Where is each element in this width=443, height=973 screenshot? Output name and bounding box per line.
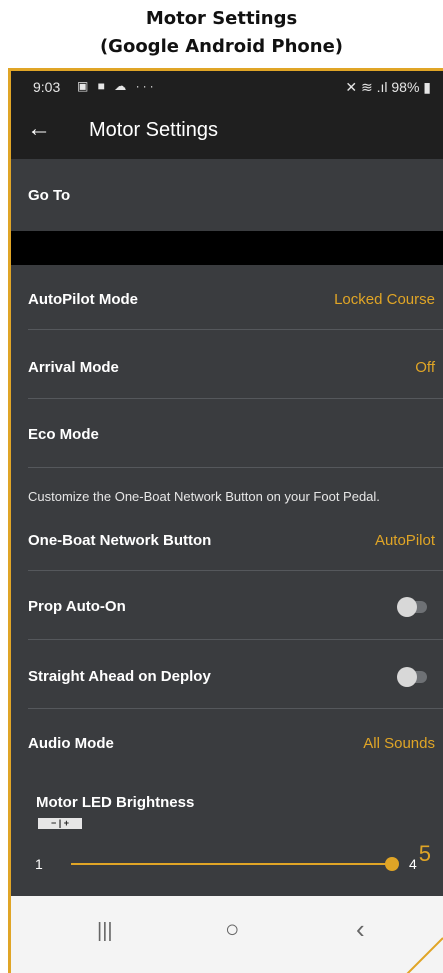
prop-auto-on-label: Prop Auto-On <box>28 598 126 615</box>
section-separator <box>11 231 443 265</box>
go-to-label: Go To <box>28 187 71 204</box>
brightness-slider-thumb[interactable] <box>385 857 399 871</box>
home-icon[interactable]: ○ <box>225 916 240 944</box>
toggle-knob <box>397 667 417 687</box>
notification-icons: ▣ ■ ☁ ··· <box>77 79 157 93</box>
audio-mode-value: All Sounds <box>363 735 435 752</box>
divider <box>28 467 443 468</box>
arrival-mode-row[interactable]: Arrival Mode Off <box>11 330 443 398</box>
toggle-knob <box>397 597 417 617</box>
go-to-row[interactable]: Go To <box>11 159 443 231</box>
one-boat-note: Customize the One-Boat Network Button on… <box>28 489 380 504</box>
recents-icon[interactable]: ||| <box>97 920 113 943</box>
status-bar: 9:03 ▣ ■ ☁ ··· ✕ ≋ .ıl 98% ▮ <box>11 71 443 103</box>
figure-caption: Motor Settings (Google Android Phone) <box>0 0 443 68</box>
caption-subtitle: (Google Android Phone) <box>99 36 344 57</box>
audio-mode-label: Audio Mode <box>28 735 114 752</box>
brightness-current-value: 5 <box>418 841 431 866</box>
audio-mode-row[interactable]: Audio Mode All Sounds <box>11 709 443 777</box>
prop-auto-on-toggle[interactable] <box>397 597 427 617</box>
one-boat-button-label: One-Boat Network Button <box>28 532 212 549</box>
minus-plus-icon: − | + <box>38 818 82 829</box>
eco-mode-row[interactable]: Eco Mode <box>11 399 443 467</box>
autopilot-mode-value: Locked Course <box>334 291 435 308</box>
straight-ahead-row[interactable]: Straight Ahead on Deploy <box>11 640 443 708</box>
slider-min-label: 1 <box>35 856 43 872</box>
status-indicators: ✕ ≋ .ıl 98% ▮ <box>345 79 431 95</box>
back-icon[interactable]: ‹ <box>356 914 365 945</box>
led-brightness-title: Motor LED Brightness <box>36 794 195 811</box>
phone-screen: 9:03 ▣ ■ ☁ ··· ✕ ≋ .ıl 98% ▮ ← Motor Set… <box>8 68 443 973</box>
corner-accent <box>406 937 443 973</box>
one-boat-button-value: AutoPilot <box>374 532 435 549</box>
straight-ahead-label: Straight Ahead on Deploy <box>28 668 211 685</box>
arrival-mode-value: Off <box>415 359 435 376</box>
straight-ahead-toggle[interactable] <box>397 667 427 687</box>
prop-auto-on-row[interactable]: Prop Auto-On <box>11 571 443 639</box>
caption-title: Motor Settings <box>145 8 298 29</box>
arrival-mode-label: Arrival Mode <box>28 359 119 376</box>
back-arrow-icon[interactable]: ← <box>27 115 51 143</box>
autopilot-mode-label: AutoPilot Mode <box>28 291 138 308</box>
eco-mode-label: Eco Mode <box>28 426 99 443</box>
status-time: 9:03 <box>33 79 61 95</box>
one-boat-button-row[interactable]: One-Boat Network Button AutoPilot <box>11 523 443 571</box>
slider-max-label: 4 <box>409 856 417 872</box>
android-nav-bar: ||| ○ ‹ <box>11 896 443 973</box>
brightness-slider-track[interactable] <box>71 863 391 865</box>
autopilot-mode-row[interactable]: AutoPilot Mode Locked Course <box>11 265 443 333</box>
app-bar: ← Motor Settings <box>11 103 443 159</box>
page-title: Motor Settings <box>89 119 218 141</box>
